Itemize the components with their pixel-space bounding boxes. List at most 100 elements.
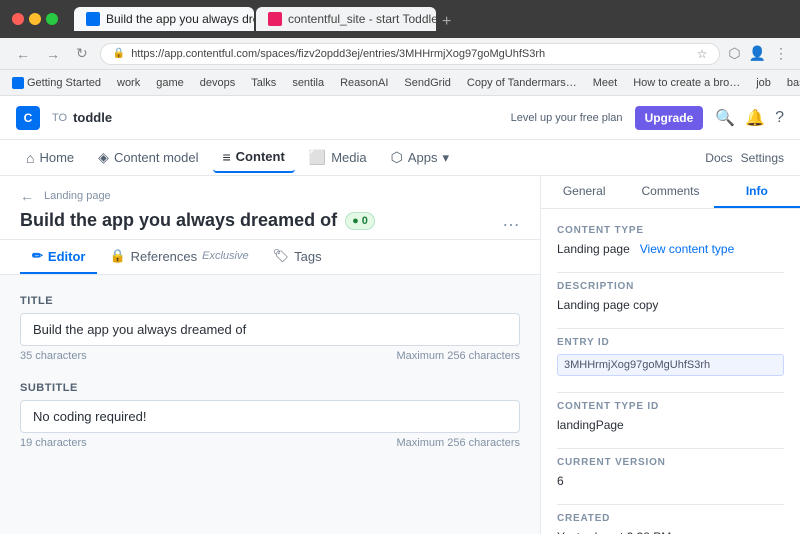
minimize-window-button[interactable]: [29, 13, 41, 25]
nav-item-home[interactable]: ⌂ Home: [16, 144, 84, 172]
sidebar-section-created: CREATED Yesterday at 2:38 PM: [557, 513, 784, 534]
bookmark-reasonai[interactable]: ReasonAI: [336, 75, 392, 91]
bookmark-job[interactable]: job: [752, 75, 775, 91]
space-prefix: TO: [52, 112, 67, 124]
bookmark-meet[interactable]: Meet: [589, 75, 621, 91]
content-type-label: CONTENT TYPE: [557, 225, 784, 236]
nav-label-apps: Apps: [408, 150, 438, 165]
header-actions: …: [502, 210, 520, 231]
sidebar-section-description: DESCRIPTION Landing page copy: [557, 281, 784, 312]
form-area: Title 35 characters Maximum 256 characte…: [0, 275, 540, 489]
bookmark-how-to[interactable]: How to create a bro…: [629, 75, 744, 91]
app-nav: ⌂ Home ◈ Content model ≡ Content ⬜ Media…: [0, 140, 800, 176]
main-panel: ← Landing page Build the app you always …: [0, 176, 540, 534]
sidebar-tab-comments[interactable]: Comments: [627, 176, 713, 208]
sidebar-section-content-type: CONTENT TYPE Landing page View content t…: [557, 225, 784, 256]
space-name: toddle: [73, 110, 112, 125]
bookmark-sendgrid[interactable]: SendGrid: [400, 75, 454, 91]
tab-label-2: contentful_site - start Toddle -…: [288, 12, 436, 26]
page-header: ← Landing page Build the app you always …: [0, 176, 540, 240]
divider-5: [557, 504, 784, 505]
apps-arrow-icon: ▾: [443, 150, 450, 166]
entry-id-label: ENTRY ID: [557, 337, 784, 348]
field-subtitle-group: Subtitle 19 characters Maximum 256 chara…: [20, 382, 520, 449]
content-type-name: Landing page: [557, 242, 630, 256]
nav-settings-link[interactable]: Settings: [741, 151, 784, 165]
bookmark-devops[interactable]: devops: [196, 75, 239, 91]
kebab-menu-button[interactable]: …: [502, 210, 520, 231]
title-char-max: Maximum 256 characters: [397, 350, 521, 362]
tab-references[interactable]: 🔒 References Exclusive: [97, 240, 260, 274]
breadcrumb: ← Landing page: [20, 188, 520, 204]
nav-item-content-model[interactable]: ◈ Content model: [88, 143, 208, 172]
bookmark-label: Getting Started: [27, 77, 101, 89]
divider-3: [557, 392, 784, 393]
profile-icon[interactable]: 👤: [749, 45, 766, 62]
nav-label-home: Home: [39, 150, 74, 165]
back-arrow-icon[interactable]: ←: [20, 188, 34, 204]
nav-docs-link[interactable]: Docs: [705, 151, 732, 165]
title-input[interactable]: [20, 313, 520, 346]
subtitle-input[interactable]: [20, 400, 520, 433]
bookmark-basic[interactable]: basic: [783, 75, 800, 91]
page-title-row: Build the app you always dreamed of ● 0 …: [20, 210, 520, 231]
subtitle-char-max: Maximum 256 characters: [397, 437, 521, 449]
tab-editor[interactable]: ✏ Editor: [20, 240, 97, 274]
browser-tabs: Build the app you always drea… ✕ content…: [74, 7, 788, 31]
forward-button[interactable]: →: [42, 44, 64, 64]
close-window-button[interactable]: [12, 13, 24, 25]
entry-id-value[interactable]: 3MHHrmjXog97goMgUhfS3rh: [557, 354, 784, 376]
new-tab-button[interactable]: +: [442, 13, 451, 31]
sidebar: General Comments Info CONTENT TYPE Landi…: [540, 176, 800, 534]
search-icon[interactable]: 🔍: [715, 108, 735, 128]
content-type-value: Landing page View content type: [557, 242, 784, 256]
help-icon[interactable]: ?: [775, 109, 784, 127]
browser-tab-2[interactable]: contentful_site - start Toddle -… ✕: [256, 7, 436, 31]
reload-button[interactable]: ↻: [72, 43, 92, 64]
browser-chrome: Build the app you always drea… ✕ content…: [0, 0, 800, 38]
nav-item-media[interactable]: ⬜ Media: [299, 143, 377, 172]
bookmark-game[interactable]: game: [152, 75, 188, 91]
sidebar-tab-general[interactable]: General: [541, 176, 627, 208]
content-area: ← Landing page Build the app you always …: [0, 176, 800, 534]
subtitle-field-meta: 19 characters Maximum 256 characters: [20, 437, 520, 449]
tag-icon: 🏷: [273, 248, 290, 264]
divider-1: [557, 272, 784, 273]
browser-tab-active[interactable]: Build the app you always drea… ✕: [74, 7, 254, 31]
browser-action-buttons: ⬡ 👤 ⋮: [728, 45, 788, 62]
upgrade-button[interactable]: Upgrade: [635, 106, 704, 130]
title-field-label: Title: [20, 295, 520, 307]
extensions-icon[interactable]: ⬡: [728, 45, 740, 62]
tab-label: Build the app you always drea…: [106, 12, 254, 26]
version-value: 6: [557, 474, 784, 488]
menu-icon[interactable]: ⋮: [774, 45, 788, 62]
tab-tags-label: Tags: [294, 249, 321, 264]
upgrade-cta-text: Level up your free plan: [511, 112, 623, 124]
sidebar-tab-info[interactable]: Info: [714, 176, 800, 208]
view-content-type-link[interactable]: View content type: [640, 242, 735, 256]
nav-label-media: Media: [331, 150, 366, 165]
bookmark-getting-started[interactable]: Getting Started: [8, 75, 105, 91]
bookmark-star-icon[interactable]: ☆: [697, 47, 708, 61]
space-selector[interactable]: TO toddle: [52, 110, 112, 125]
browser-window-controls: [12, 13, 58, 25]
bookmark-tandermars[interactable]: Copy of Tandermars…: [463, 75, 581, 91]
content-model-icon: ◈: [98, 149, 109, 166]
bookmark-sentila[interactable]: sentila: [288, 75, 328, 91]
sidebar-section-content-type-id: CONTENT TYPE ID landingPage: [557, 401, 784, 432]
url-bar[interactable]: 🔒 https://app.contentful.com/spaces/fizv…: [100, 43, 721, 65]
bell-icon[interactable]: 🔔: [745, 108, 765, 128]
nav-item-content[interactable]: ≡ Content: [213, 143, 295, 173]
status-badges: ● 0: [345, 212, 375, 230]
bookmark-talks[interactable]: Talks: [247, 75, 280, 91]
app-header: C TO toddle Level up your free plan Upgr…: [0, 96, 800, 140]
nav-item-apps[interactable]: ⬡ Apps ▾: [381, 143, 459, 172]
maximize-window-button[interactable]: [46, 13, 58, 25]
bookmark-work[interactable]: work: [113, 75, 144, 91]
back-button[interactable]: ←: [12, 44, 34, 64]
version-label: CURRENT VERSION: [557, 457, 784, 468]
tab-tags[interactable]: 🏷 Tags: [261, 240, 334, 274]
subtitle-char-count: 19 characters: [20, 437, 87, 449]
contentful-logo[interactable]: C: [16, 106, 40, 130]
logo-icon: C: [16, 106, 40, 130]
